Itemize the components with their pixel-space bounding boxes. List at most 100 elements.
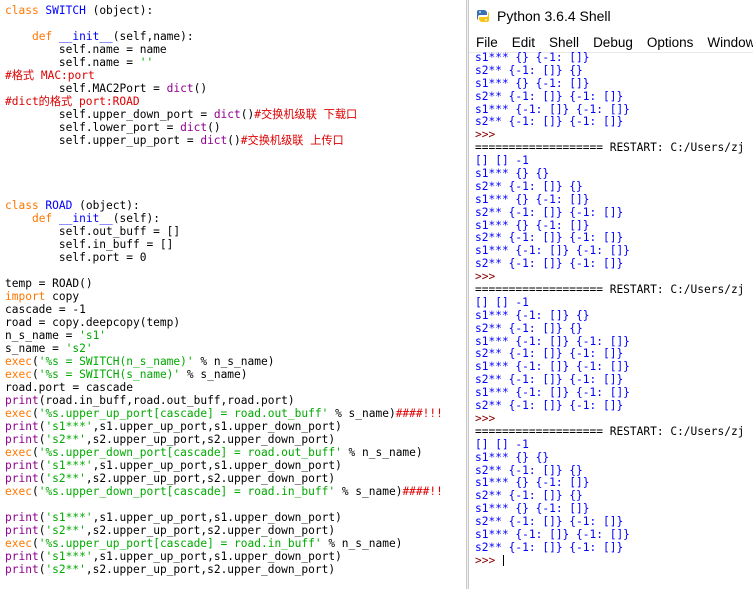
editor-code-lines: class SWITCH (object): def __init__(self… (5, 4, 466, 576)
code-token: () (240, 108, 255, 121)
code-token: '%s.upper_up_port[cascade] = road.out_bu… (38, 407, 329, 420)
code-token: #交换机级联 上传口 (240, 134, 344, 147)
code-token: (object): (85, 4, 154, 17)
code-token: print (5, 550, 39, 563)
code-token: % n_s_name) (193, 355, 275, 368)
shell-line-text: >>> (475, 270, 496, 284)
code-token: self.upper_down_port = (5, 108, 214, 121)
shell-line-text: [] [] -1 (475, 437, 529, 451)
code-token: self.name = name (5, 43, 167, 56)
code-token: % s_name) (180, 368, 248, 381)
shell-output-line: s2** {-1: []} {-1: []} (475, 540, 753, 555)
code-token: exec (5, 368, 32, 381)
code-line: self.upper_up_port = dict()#交换机级联 上传口 (5, 134, 466, 147)
code-token: self.lower_port = (5, 121, 181, 134)
code-token: print (5, 511, 39, 524)
shell-line-text: s1*** {} {-1: []} (475, 192, 590, 206)
code-token: 's2' (65, 342, 93, 355)
shell-line-text: s2** {-1: []} {-1: []} (475, 540, 624, 554)
code-line: exec('%s.upper_up_port[cascade] = road.i… (5, 537, 466, 550)
code-token: exec (5, 537, 32, 550)
shell-line-text: =================== RESTART: C:/Users/zj (475, 141, 745, 155)
shell-line-text: s1*** {-1: []} {-1: []} (475, 527, 630, 541)
code-token: exec (5, 485, 32, 498)
shell-line-text: s1*** {} {} (475, 167, 550, 181)
code-line: print('s2**',s2.upper_up_port,s2.upper_d… (5, 563, 466, 576)
code-token: self.port = 0 (5, 251, 147, 264)
code-token: temp = ROAD() (5, 277, 93, 290)
code-token: print (5, 459, 39, 472)
code-token: ( (31, 537, 39, 550)
code-token: n_s_name = (5, 329, 80, 342)
shell-titlebar[interactable]: Python 3.6.4 Shell (469, 0, 753, 32)
code-token: self.out_buff = [] (5, 225, 181, 238)
code-token: '%s = SWITCH(n_s_name)' (38, 355, 194, 368)
code-token: self.in_buff = [] (5, 238, 174, 251)
menu-file[interactable]: File (469, 35, 505, 50)
shell-line-text: s2** {-1: []} {-1: []} (475, 347, 624, 361)
code-token: % n_s_name) (341, 446, 423, 459)
shell-line-text: s2** {-1: []} {} (475, 179, 583, 193)
code-line: exec('%s.upper_down_port[cascade] = road… (5, 446, 466, 459)
code-token: ,s1.upper_up_port,s1.upper_down_port) (92, 511, 342, 524)
menu-edit[interactable]: Edit (505, 35, 542, 50)
code-token: (road.in_buff,road.out_buff,road.port) (38, 394, 295, 407)
code-token: #dict的格式 port:ROAD (5, 95, 140, 108)
code-token: % s_name) (328, 407, 396, 420)
shell-output-line: s2** {-1: []} {-1: []} (475, 116, 753, 129)
code-token: ,s2.upper_up_port,s2.upper_down_port) (85, 472, 336, 485)
code-token: 's1***' (45, 550, 93, 563)
shell-line-text: s2** {-1: []} {-1: []} (475, 257, 624, 271)
code-token: 's2**' (45, 433, 86, 446)
code-editor[interactable]: class SWITCH (object): def __init__(self… (0, 0, 466, 589)
code-token: def (31, 212, 59, 225)
code-line: print('s1***',s1.upper_up_port,s1.upper_… (5, 511, 466, 524)
code-token: () (227, 134, 241, 147)
menu-options[interactable]: Options (640, 35, 701, 50)
code-token: class (5, 199, 46, 212)
code-token: print (5, 524, 39, 537)
code-token: class (5, 4, 46, 17)
code-line: cascade = -1 (5, 303, 466, 316)
code-token: dict (200, 134, 228, 147)
code-line: self.MAC2Port = dict() (5, 82, 466, 95)
code-token: ####!!! (395, 407, 443, 420)
python-shell-window[interactable]: Python 3.6.4 Shell File Edit Shell Debug… (469, 0, 753, 589)
menu-window[interactable]: Window (700, 35, 753, 50)
code-line: s_name = 's2' (5, 342, 466, 355)
shell-line-text: s2** {-1: []} {-1: []} (475, 515, 624, 529)
shell-line-text: s1*** {-1: []} {-1: []} (475, 386, 630, 400)
shell-line-text: s1*** {-1: []} {-1: []} (475, 360, 630, 374)
menu-debug[interactable]: Debug (586, 35, 640, 50)
code-token: 's2**' (45, 563, 86, 576)
code-token: 's2**' (45, 524, 86, 537)
code-token: SWITCH (45, 4, 86, 17)
code-line: print('s1***',s1.upper_up_port,s1.upper_… (5, 459, 466, 472)
code-token: '%s = SWITCH(s_name)' (38, 368, 181, 381)
shell-line-text: s2** {-1: []} {-1: []} (475, 373, 624, 387)
code-line: class SWITCH (object): (5, 4, 466, 17)
code-token: ( (31, 355, 39, 368)
code-line: self.out_buff = [] (5, 225, 466, 238)
shell-output-area[interactable]: s1*** {} {-1: []} s2** {-1: []} {} s1*** {… (469, 52, 753, 589)
shell-line-text: =================== RESTART: C:/Users/zj (475, 424, 745, 438)
code-line: print('s2**',s2.upper_up_port,s2.upper_d… (5, 433, 466, 446)
code-line: temp = ROAD() (5, 277, 466, 290)
code-line: self.name = '' (5, 56, 466, 69)
shell-line-text: >>> (475, 553, 502, 567)
code-token: #交换机级联 下载口 (254, 108, 358, 121)
shell-line-text: s1*** {} {-1: []} (475, 52, 590, 64)
code-token: 's1***' (45, 511, 93, 524)
code-token: % n_s_name) (321, 537, 403, 550)
code-token: (self,name): (112, 30, 194, 43)
code-token: exec (5, 355, 32, 368)
code-token: s_name = (5, 342, 66, 355)
code-token: ,s2.upper_up_port,s2.upper_down_port) (85, 563, 336, 576)
shell-line-text: s2** {-1: []} {-1: []} (475, 205, 624, 219)
code-token: self.name = (5, 56, 140, 69)
menu-shell[interactable]: Shell (542, 35, 586, 50)
